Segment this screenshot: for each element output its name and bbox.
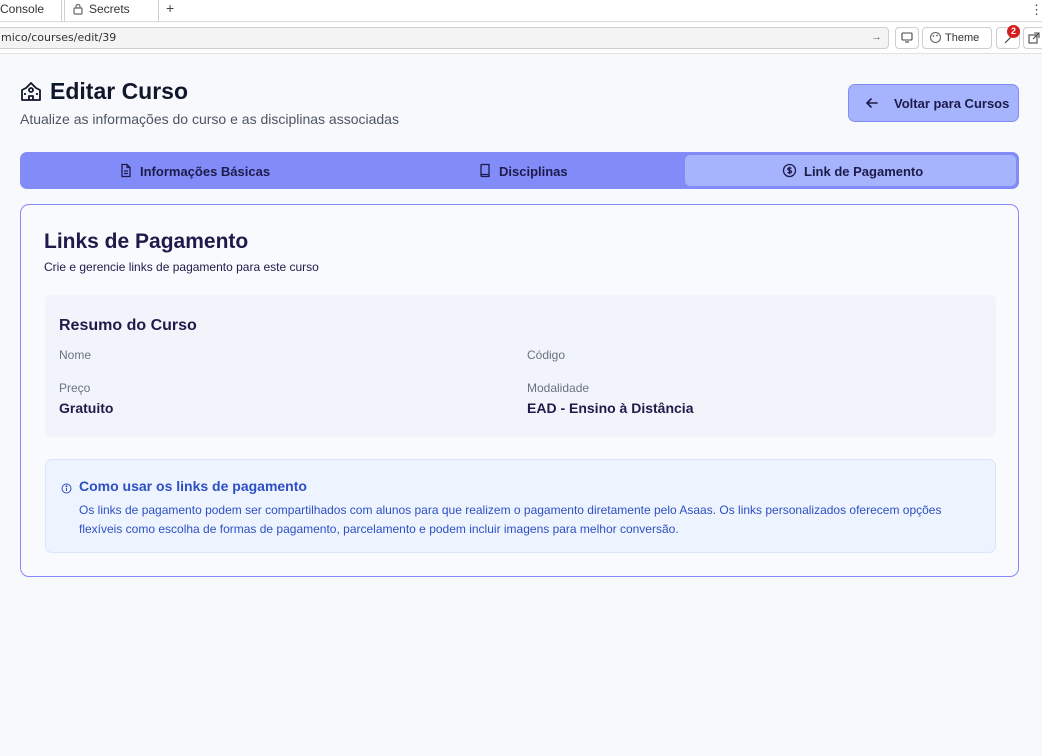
modality-label: Modalidade — [527, 381, 590, 395]
new-tab-button[interactable]: + — [166, 0, 174, 16]
lock-icon — [73, 3, 83, 19]
course-summary: Resumo do Curso Nome Código Preço Gratui… — [45, 295, 996, 437]
payment-links-card: Links de Pagamento Crie e gerencie links… — [20, 204, 1019, 577]
browser-tab-console[interactable]: Console — [0, 0, 62, 22]
external-link-icon — [1028, 32, 1040, 44]
tab-label: Link de Pagamento — [804, 164, 924, 179]
page-title: Editar Curso — [50, 78, 189, 104]
modality-value: EAD - Ensino à Distância — [527, 400, 694, 416]
document-icon — [119, 163, 133, 181]
summary-title: Resumo do Curso — [59, 317, 197, 334]
browser-tab-label: Secrets — [89, 2, 130, 16]
card-description: Crie e gerencie links de pagamento para … — [44, 260, 319, 274]
payment-links-help: Como usar os links de pagamento Os links… — [45, 459, 996, 553]
school-icon — [20, 80, 42, 107]
price-value: Gratuito — [59, 400, 114, 416]
card-title: Links de Pagamento — [44, 230, 249, 253]
browser-tab-bar: Console Secrets + ⋮ — [0, 0, 1042, 22]
notification-badge: 2 — [1007, 25, 1020, 38]
monitor-button[interactable] — [895, 27, 919, 49]
help-title: Como usar os links de pagamento — [79, 478, 307, 494]
tab-label: Disciplinas — [499, 164, 568, 179]
tab-payment-link[interactable]: Link de Pagamento — [685, 155, 1016, 186]
more-vertical-icon[interactable]: ⋮ — [1030, 2, 1042, 18]
page-subtitle: Atualize as informações do curso e as di… — [20, 111, 399, 127]
address-bar[interactable]: mico/courses/edit/39 → — [0, 27, 889, 49]
open-external-button[interactable] — [1023, 27, 1042, 49]
name-label: Nome — [59, 348, 92, 362]
help-text: Os links de pagamento podem ser comparti… — [79, 503, 942, 536]
arrow-right-icon[interactable]: → — [871, 31, 882, 43]
browser-tab-secrets[interactable]: Secrets — [64, 0, 159, 22]
theme-label: Theme — [945, 32, 980, 44]
theme-button[interactable]: Theme — [922, 27, 992, 49]
tab-label: Informações Básicas — [140, 164, 271, 179]
tab-disciplines[interactable]: Disciplinas — [354, 155, 684, 186]
browser-toolbar: mico/courses/edit/39 → Theme — [0, 23, 1042, 54]
code-label: Código — [527, 348, 566, 362]
back-button-label: Voltar para Cursos — [894, 96, 1010, 111]
browser-tab-label: Console — [0, 2, 45, 16]
book-icon — [478, 163, 492, 181]
palette-icon — [929, 31, 942, 44]
arrow-left-icon — [865, 96, 879, 113]
course-tabs: Informações Básicas Disciplinas Link de … — [20, 152, 1019, 189]
back-to-courses-button[interactable]: Voltar para Cursos — [848, 84, 1019, 122]
price-label: Preço — [59, 381, 91, 395]
info-icon — [61, 481, 72, 499]
dollar-icon — [782, 163, 797, 181]
address-bar-url: mico/courses/edit/39 — [1, 31, 117, 44]
tab-basic-info[interactable]: Informações Básicas — [23, 155, 353, 186]
monitor-icon — [901, 32, 913, 43]
